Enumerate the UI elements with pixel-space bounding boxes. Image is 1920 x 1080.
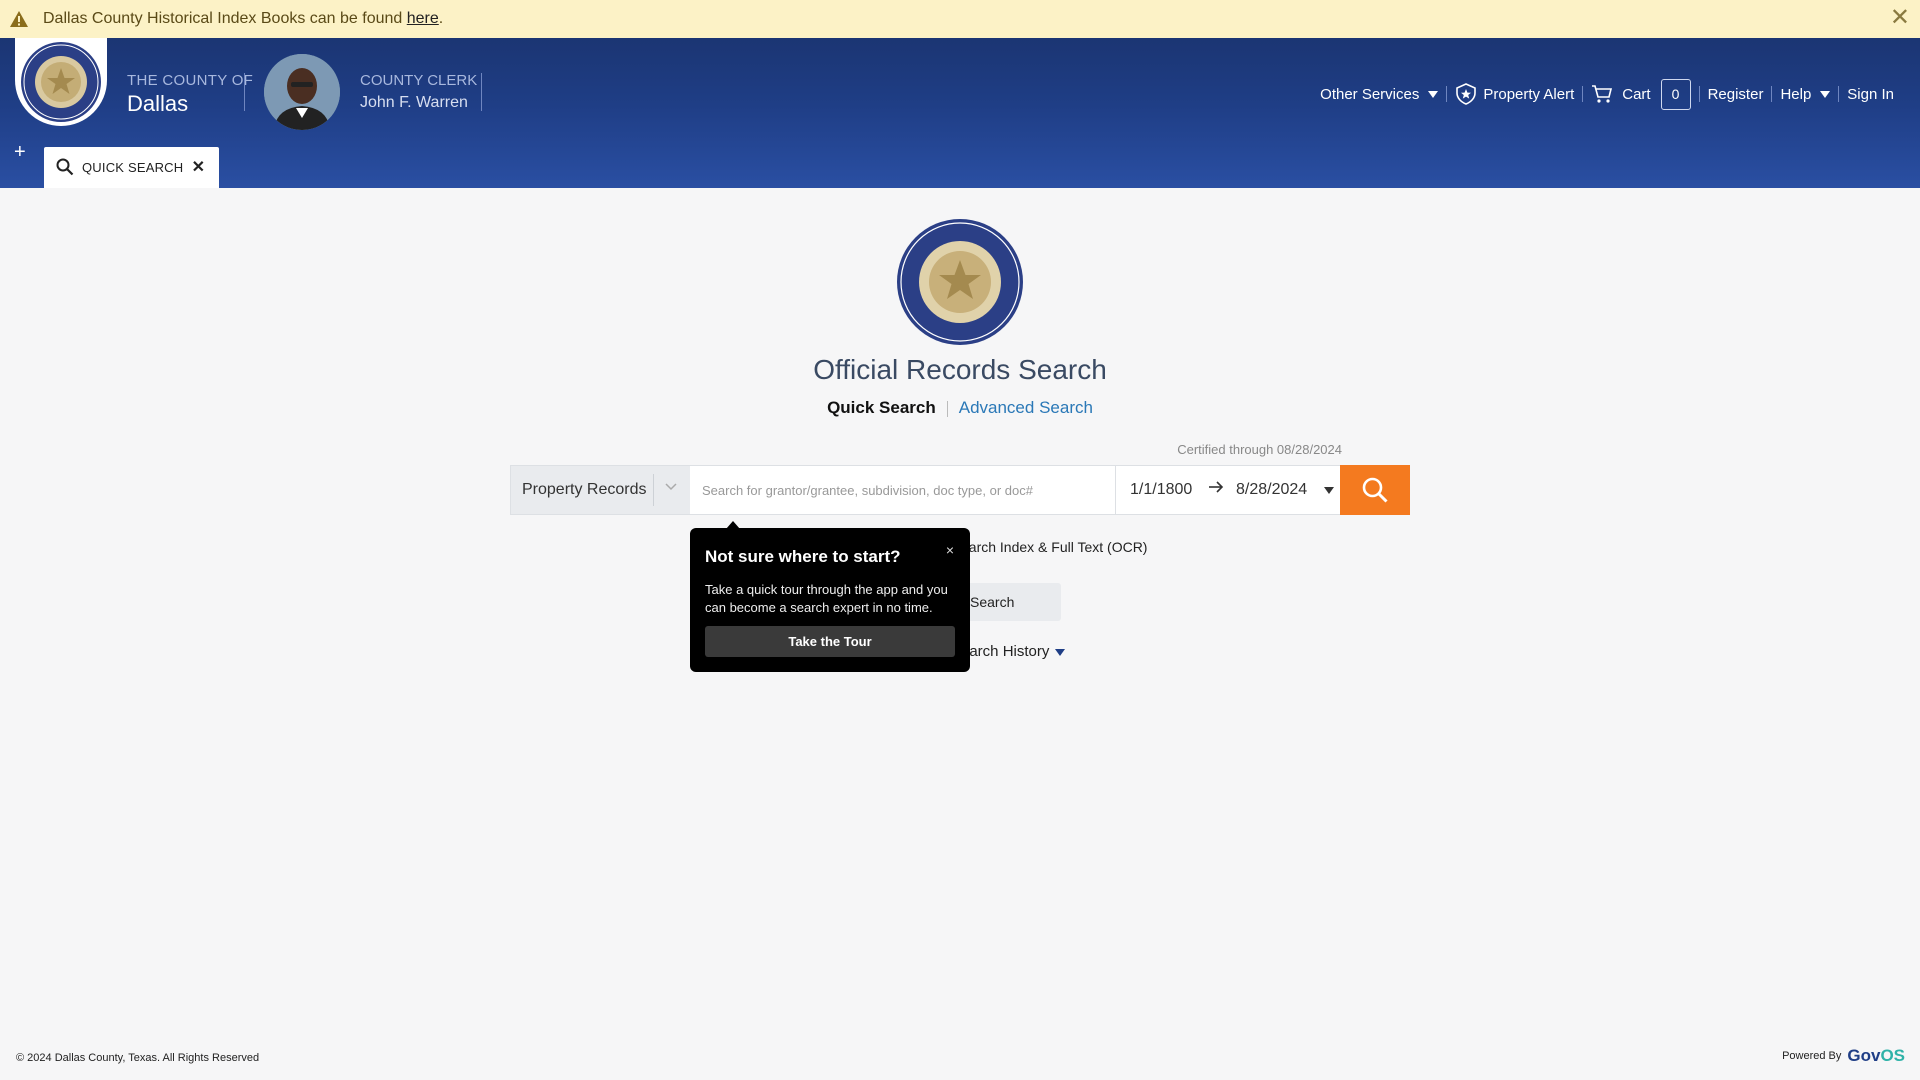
shield-star-icon	[1456, 83, 1477, 105]
banner-text: Dallas County Historical Index Books can…	[43, 10, 407, 27]
search-history-label: earch History	[961, 643, 1050, 660]
ocr-toggle-label[interactable]: earch Index & Full Text (OCR)	[961, 539, 1147, 555]
search-icon	[1362, 477, 1388, 503]
search-input[interactable]	[690, 466, 1116, 514]
tab-close-icon[interactable]: ✕	[192, 157, 205, 177]
banner-close-icon[interactable]: ✕	[1890, 6, 1910, 30]
search-history-toggle[interactable]: earch History	[961, 643, 1066, 660]
add-tab-icon[interactable]: +	[14, 142, 26, 162]
header-divider	[244, 73, 245, 111]
cart-icon	[1592, 85, 1613, 103]
help-menu[interactable]: Help	[1780, 85, 1831, 103]
caret-down-icon	[1428, 90, 1439, 98]
header-divider	[481, 73, 482, 111]
page-title: Official Records Search	[813, 354, 1107, 385]
mode-divider	[946, 400, 948, 417]
powered-by-label: Powered By	[1782, 1050, 1842, 1062]
secondary-search-label: Search	[970, 594, 1015, 610]
copyright-text: © 2024 Dallas County, Texas. All Rights …	[16, 1052, 260, 1064]
popover-title: Not sure where to start?	[705, 547, 901, 566]
arrow-right-icon	[1209, 481, 1224, 493]
clerk-name: John F. Warren	[360, 94, 468, 111]
record-type-select[interactable]: Property Records	[511, 466, 690, 514]
nav-divider	[1446, 86, 1448, 102]
county-seal-icon	[897, 219, 1023, 345]
popover-close-icon[interactable]: ×	[946, 542, 954, 558]
search-icon	[56, 158, 74, 176]
county-seal-logo[interactable]	[15, 38, 107, 126]
search-button[interactable]	[1340, 465, 1410, 515]
quick-search-mode[interactable]: Quick Search	[827, 398, 936, 417]
other-services-label: Other Services	[1320, 85, 1420, 103]
date-to-input[interactable]: 8/28/2024	[1236, 481, 1307, 499]
popover-body: Take a quick tour through the app and yo…	[705, 582, 948, 615]
date-range: 1/1/1800 8/28/2024	[1116, 466, 1341, 514]
clerk-title: COUNTY CLERK	[360, 72, 478, 89]
govos-logo-gov: Gov	[1847, 1046, 1881, 1065]
search-mode-switch: Quick Search Advanced Search	[0, 398, 1920, 418]
certified-through-text: Certified through 08/28/2024	[1177, 442, 1342, 457]
property-alert-link[interactable]: Property Alert	[1455, 83, 1574, 105]
warning-icon	[10, 11, 28, 27]
tab-quick-search[interactable]: QUICK SEARCH ✕	[44, 147, 219, 188]
register-link[interactable]: Register	[1708, 86, 1764, 103]
cart-count-badge: 0	[1660, 78, 1691, 110]
powered-by: Powered By GovOS	[1782, 1046, 1905, 1066]
caret-down-icon	[1055, 648, 1066, 656]
help-label: Help	[1780, 85, 1812, 103]
date-dropdown-caret-icon[interactable]	[1324, 487, 1334, 494]
nav-divider	[1838, 86, 1840, 102]
select-divider	[653, 474, 654, 506]
date-from-input[interactable]: 1/1/1800	[1130, 481, 1192, 499]
top-nav: Other Services Property Alert Cart 0 Reg…	[1320, 78, 1894, 110]
county-seal-icon	[21, 42, 101, 122]
clerk-avatar	[264, 54, 340, 130]
county-name: Dallas	[127, 91, 189, 116]
record-type-value: Property Records	[522, 481, 647, 498]
person-avatar-icon	[264, 54, 340, 130]
take-tour-button[interactable]: Take the Tour	[705, 626, 955, 657]
chevron-down-icon	[665, 483, 677, 491]
tour-popover: × Not sure where to start? Take a quick …	[690, 521, 970, 672]
nav-divider	[1582, 86, 1584, 102]
banner-here-link[interactable]: here	[407, 10, 439, 27]
cart-link[interactable]: Cart 0	[1591, 78, 1691, 110]
site-header: THE COUNTY OF Dallas COUNTY CLERK John F…	[0, 38, 1920, 188]
govos-logo-os: OS	[1880, 1046, 1905, 1065]
banner-suffix: .	[438, 10, 444, 27]
advanced-search-link[interactable]: Advanced Search	[959, 398, 1093, 417]
other-services-menu[interactable]: Other Services	[1320, 85, 1439, 103]
nav-divider	[1698, 86, 1700, 102]
announcement-banner: Dallas County Historical Index Books can…	[0, 0, 1920, 38]
cart-label: Cart	[1622, 85, 1651, 103]
sign-in-link[interactable]: Sign In	[1847, 86, 1894, 103]
search-bar: Property Records 1/1/1800 8/28/2024	[510, 465, 1410, 515]
banner-message: Dallas County Historical Index Books can…	[43, 10, 443, 28]
county-of-label: THE COUNTY OF	[127, 72, 254, 89]
caret-down-icon	[1820, 90, 1831, 98]
govos-logo[interactable]: GovOS	[1847, 1046, 1905, 1066]
nav-divider	[1771, 86, 1773, 102]
tab-label: QUICK SEARCH	[82, 160, 184, 175]
property-alert-label: Property Alert	[1483, 85, 1575, 103]
